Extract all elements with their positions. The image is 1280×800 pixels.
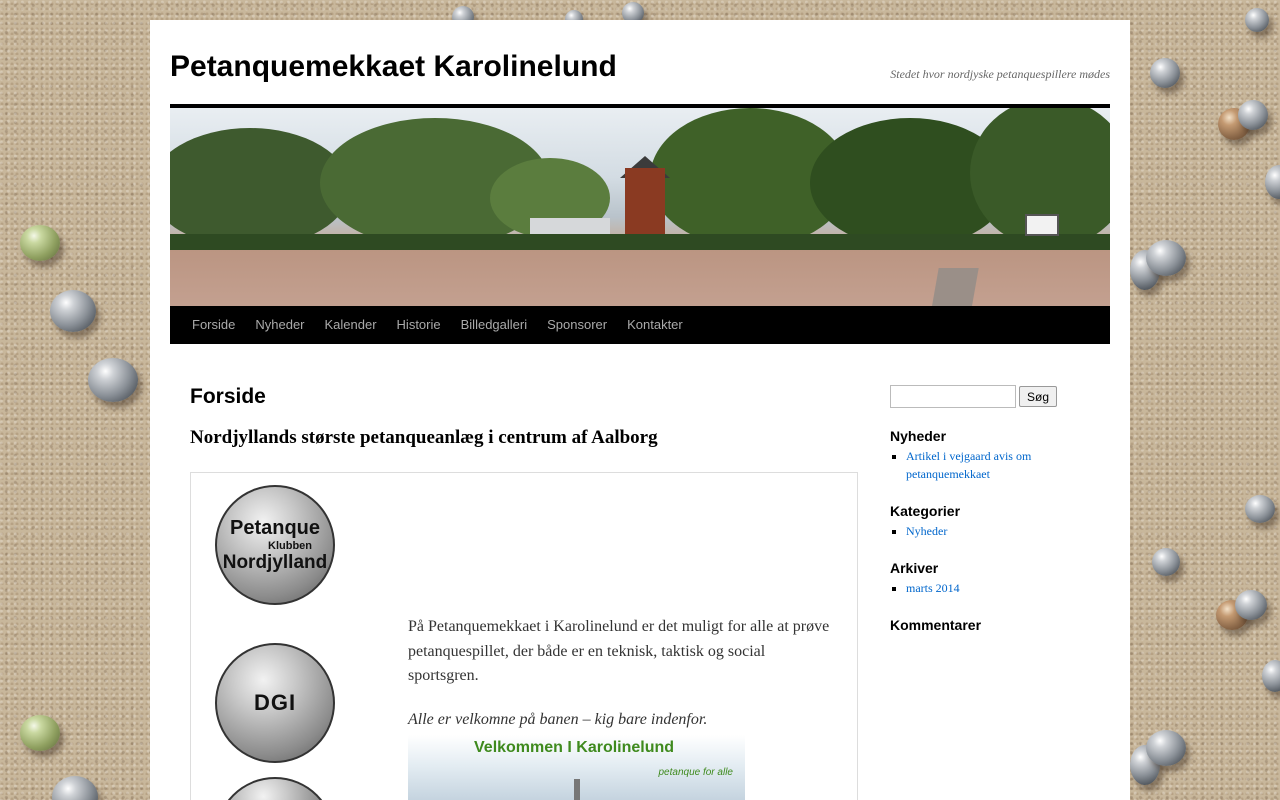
background-boule — [1238, 100, 1268, 130]
page-subtitle: Nordjyllands største petanqueanlæg i cen… — [190, 427, 658, 448]
background-boule — [1235, 590, 1267, 620]
background-boule — [88, 358, 138, 402]
background-boule — [1245, 8, 1269, 32]
nav-item-historie[interactable]: Historie — [387, 306, 451, 344]
background-boule — [20, 715, 60, 751]
widget-title: Kategorier — [890, 503, 961, 519]
site-header: Petanquemekkaet Karolinelund Stedet hvor… — [170, 20, 1110, 104]
main-content: Forside Nordjyllands største petanqueanl… — [190, 385, 858, 800]
logo-line-2: Klubben — [268, 539, 312, 552]
nav-item-kontakter[interactable]: Kontakter — [617, 306, 693, 344]
widget-nyheder: Nyheder Artikel i vejgaard avis om petan… — [890, 428, 1090, 483]
intro-paragraph: På Petanquemekkaet i Karolinelund er det… — [408, 618, 830, 684]
widget-arkiver: Arkiver marts 2014 — [890, 560, 1090, 597]
entry-content: Petanque Klubben Nordjylland DGI På Peta… — [190, 472, 858, 800]
list-item: Nyheder — [906, 522, 1090, 540]
background-boule — [1245, 495, 1275, 523]
background-boule — [50, 290, 96, 332]
main-navigation: Forside Nyheder Kalender Historie Billed… — [170, 306, 1110, 344]
background-boule — [1146, 240, 1186, 276]
list-item: Artikel i vejgaard avis om petanquemekka… — [906, 447, 1090, 483]
search-button[interactable]: Søg — [1019, 386, 1058, 407]
banner-sign — [1025, 214, 1059, 236]
widget-title: Nyheder — [890, 428, 947, 444]
nav-item-sponsorer[interactable]: Sponsorer — [537, 306, 617, 344]
nav-item-forside[interactable]: Forside — [182, 306, 245, 344]
background-boule — [1152, 548, 1180, 576]
site-title[interactable]: Petanquemekkaet Karolinelund — [170, 50, 617, 84]
welcome-image-spire — [574, 779, 580, 800]
background-boule — [1146, 730, 1186, 766]
banner-path — [931, 268, 979, 306]
archive-link[interactable]: marts 2014 — [906, 581, 960, 595]
background-boule — [1262, 660, 1280, 692]
logo-line-1: Petanque — [229, 516, 321, 539]
welcome-image-tagline: petanque for alle — [658, 767, 733, 778]
category-link[interactable]: Nyheder — [906, 524, 947, 538]
site-description: Stedet hvor nordjyske petanquespillere m… — [890, 67, 1110, 81]
petanque-klubben-logo[interactable]: Petanque Klubben Nordjylland — [215, 485, 335, 605]
nav-item-billedgalleri[interactable]: Billedgalleri — [451, 306, 537, 344]
search-form: Søg — [890, 385, 1090, 408]
widget-kategorier: Kategorier Nyheder — [890, 503, 1090, 540]
logo-line-3: Nordjylland — [222, 551, 328, 573]
search-input[interactable] — [890, 385, 1016, 408]
background-boule — [20, 225, 60, 261]
widget-kommentarer: Kommentarer — [890, 617, 1090, 633]
sidebar: Søg Nyheder Artikel i vejgaard avis om p… — [890, 385, 1090, 633]
list-item: marts 2014 — [906, 579, 1090, 597]
news-link[interactable]: Artikel i vejgaard avis om petanquemekka… — [906, 449, 1031, 481]
welcome-image[interactable]: Velkommen I Karolinelund petanque for al… — [408, 735, 745, 800]
nav-item-kalender[interactable]: Kalender — [315, 306, 387, 344]
welcome-image-title: Velkommen I Karolinelund — [474, 739, 675, 756]
header-banner-image — [170, 104, 1110, 306]
background-boule — [52, 776, 98, 800]
page-title: Forside — [190, 385, 266, 408]
nav-item-nyheder[interactable]: Nyheder — [245, 306, 314, 344]
background-boule — [1150, 58, 1180, 88]
dgi-logo-text: DGI — [253, 690, 297, 715]
widget-title: Arkiver — [890, 560, 939, 576]
dgi-logo[interactable]: DGI — [215, 643, 335, 763]
background-boule — [1265, 165, 1280, 199]
welcome-text: Alle er velkomne på banen – kig bare ind… — [408, 711, 708, 728]
banner-hedge — [170, 234, 1110, 250]
third-logo[interactable] — [215, 777, 335, 800]
widget-title: Kommentarer — [890, 617, 982, 633]
